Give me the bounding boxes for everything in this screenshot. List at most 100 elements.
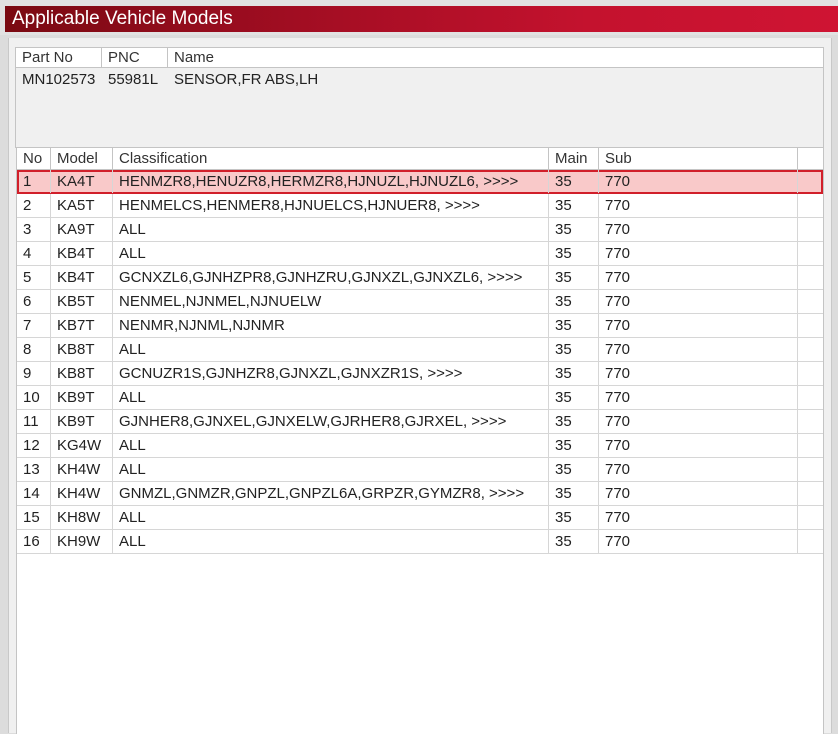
dialog-panel: Part No PNC Name MN102573 55981L SENSOR,… <box>8 38 832 734</box>
row-classification-cell: ALL <box>113 386 549 409</box>
table-row[interactable]: 5 KB4T GCNXZL6,GJNHZPR8,GJNHZRU,GJNXZL,GJN… <box>17 266 823 290</box>
row-main-cell: 35 <box>549 362 599 385</box>
row-classification-cell: GCNXZL6,GJNHZPR8,GJNHZRU,GJNXZL,GJNXZL6,… <box>113 266 549 289</box>
row-model-cell: KA9T <box>51 218 113 241</box>
row-classification-cell: HENMELCS,HENMER8,HJNUELCS,HJNUER8, >>>> <box>113 194 549 217</box>
window-title: Applicable Vehicle Models <box>5 6 838 32</box>
row-model-cell: KB4T <box>51 242 113 265</box>
row-no-cell: 6 <box>17 290 51 313</box>
table-row[interactable]: 6 KB5T NENMEL,NJNMEL,NJNUELW 35 770 <box>17 290 823 314</box>
row-filler-cell <box>798 410 823 433</box>
row-model-cell: KB7T <box>51 314 113 337</box>
row-sub-cell: 770 <box>599 266 798 289</box>
table-body: 1 KA4T HENMZR8,HENUZR8,HERMZR8,HJNUZL,HJNU… <box>17 170 823 554</box>
pnc-header[interactable]: PNC <box>102 48 168 68</box>
row-main-cell: 35 <box>549 194 599 217</box>
row-no-cell: 14 <box>17 482 51 505</box>
row-filler-cell <box>798 338 823 361</box>
pnc-value[interactable]: 55981L <box>102 70 168 90</box>
table-header: No Model Classification Main Sub <box>17 148 823 170</box>
row-sub-cell: 770 <box>599 194 798 217</box>
row-model-cell: KA5T <box>51 194 113 217</box>
table-row[interactable]: 2 KA5T HENMELCS,HENMER8,HJNUELCS,HJNUER8, … <box>17 194 823 218</box>
table-row[interactable]: 16 KH9W ALL 35 770 <box>17 530 823 554</box>
row-main-cell: 35 <box>549 314 599 337</box>
classification-column-header[interactable]: Classification <box>113 148 549 170</box>
row-classification-cell: NENMR,NJNML,NJNMR <box>113 314 549 337</box>
row-filler-cell <box>798 434 823 457</box>
part-no-value[interactable]: MN102573 <box>16 70 102 90</box>
row-model-cell: KB9T <box>51 386 113 409</box>
row-filler-cell <box>798 530 823 553</box>
row-model-cell: KH4W <box>51 458 113 481</box>
row-main-cell: 35 <box>549 458 599 481</box>
row-model-cell: KH4W <box>51 482 113 505</box>
row-model-cell: KB5T <box>51 290 113 313</box>
table-row[interactable]: 8 KB8T ALL 35 770 <box>17 338 823 362</box>
row-sub-cell: 770 <box>599 242 798 265</box>
window-titlebar: Applicable Vehicle Models <box>0 0 838 35</box>
table-row[interactable]: 13 KH4W ALL 35 770 <box>17 458 823 482</box>
row-no-cell: 1 <box>17 170 51 193</box>
row-sub-cell: 770 <box>599 218 798 241</box>
row-classification-cell: GCNUZR1S,GJNHZR8,GJNXZL,GJNXZR1S, >>>> <box>113 362 549 385</box>
table-row[interactable]: 12 KG4W ALL 35 770 <box>17 434 823 458</box>
row-main-cell: 35 <box>549 242 599 265</box>
row-sub-cell: 770 <box>599 170 798 193</box>
row-sub-cell: 770 <box>599 506 798 529</box>
row-sub-cell: 770 <box>599 458 798 481</box>
no-column-header[interactable]: No <box>17 148 51 170</box>
row-classification-cell: GJNHER8,GJNXEL,GJNXELW,GJRHER8,GJRXEL, >… <box>113 410 549 433</box>
row-no-cell: 7 <box>17 314 51 337</box>
row-classification-cell: ALL <box>113 434 549 457</box>
row-no-cell: 5 <box>17 266 51 289</box>
main-column-header[interactable]: Main <box>549 148 599 170</box>
table-row[interactable]: 10 KB9T ALL 35 770 <box>17 386 823 410</box>
row-sub-cell: 770 <box>599 482 798 505</box>
row-main-cell: 35 <box>549 338 599 361</box>
row-no-cell: 15 <box>17 506 51 529</box>
sub-column-header[interactable]: Sub <box>599 148 798 170</box>
row-no-cell: 11 <box>17 410 51 433</box>
row-filler-cell <box>798 458 823 481</box>
row-model-cell: KB8T <box>51 338 113 361</box>
row-filler-cell <box>798 266 823 289</box>
row-filler-cell <box>798 170 823 193</box>
row-model-cell: KB8T <box>51 362 113 385</box>
row-main-cell: 35 <box>549 530 599 553</box>
row-filler-cell <box>798 218 823 241</box>
table-row[interactable]: 3 KA9T ALL 35 770 <box>17 218 823 242</box>
row-main-cell: 35 <box>549 218 599 241</box>
table-row[interactable]: 11 KB9T GJNHER8,GJNXEL,GJNXELW,GJRHER8,GJR… <box>17 410 823 434</box>
part-info-list: Part No PNC Name MN102573 55981L SENSOR,… <box>15 47 824 148</box>
row-main-cell: 35 <box>549 434 599 457</box>
row-model-cell: KH8W <box>51 506 113 529</box>
row-model-cell: KB9T <box>51 410 113 433</box>
row-classification-cell: GNMZL,GNMZR,GNPZL,GNPZL6A,GRPZR,GYMZR8, … <box>113 482 549 505</box>
row-main-cell: 35 <box>549 266 599 289</box>
row-classification-cell: ALL <box>113 242 549 265</box>
row-main-cell: 35 <box>549 170 599 193</box>
table-row[interactable]: 9 KB8T GCNUZR1S,GJNHZR8,GJNXZL,GJNXZR1S, >… <box>17 362 823 386</box>
row-filler-cell <box>798 290 823 313</box>
table-row-selected[interactable]: 1 KA4T HENMZR8,HENUZR8,HERMZR8,HJNUZL,HJNU… <box>17 170 823 194</box>
name-header[interactable]: Name <box>168 48 823 68</box>
row-main-cell: 35 <box>549 290 599 313</box>
row-sub-cell: 770 <box>599 530 798 553</box>
part-no-header[interactable]: Part No <box>16 48 102 68</box>
part-name-value[interactable]: SENSOR,FR ABS,LH <box>168 70 568 90</box>
row-no-cell: 2 <box>17 194 51 217</box>
table-row[interactable]: 14 KH4W GNMZL,GNMZR,GNPZL,GNPZL6A,GRPZR,GY… <box>17 482 823 506</box>
row-main-cell: 35 <box>549 410 599 433</box>
row-classification-cell: HENMZR8,HENUZR8,HERMZR8,HJNUZL,HJNUZL6, … <box>113 170 549 193</box>
row-sub-cell: 770 <box>599 362 798 385</box>
table-row[interactable]: 15 KH8W ALL 35 770 <box>17 506 823 530</box>
row-classification-cell: ALL <box>113 530 549 553</box>
row-filler-cell <box>798 242 823 265</box>
table-row[interactable]: 4 KB4T ALL 35 770 <box>17 242 823 266</box>
table-row[interactable]: 7 KB7T NENMR,NJNML,NJNMR 35 770 <box>17 314 823 338</box>
model-column-header[interactable]: Model <box>51 148 113 170</box>
row-no-cell: 16 <box>17 530 51 553</box>
row-filler-cell <box>798 482 823 505</box>
row-classification-cell: ALL <box>113 218 549 241</box>
